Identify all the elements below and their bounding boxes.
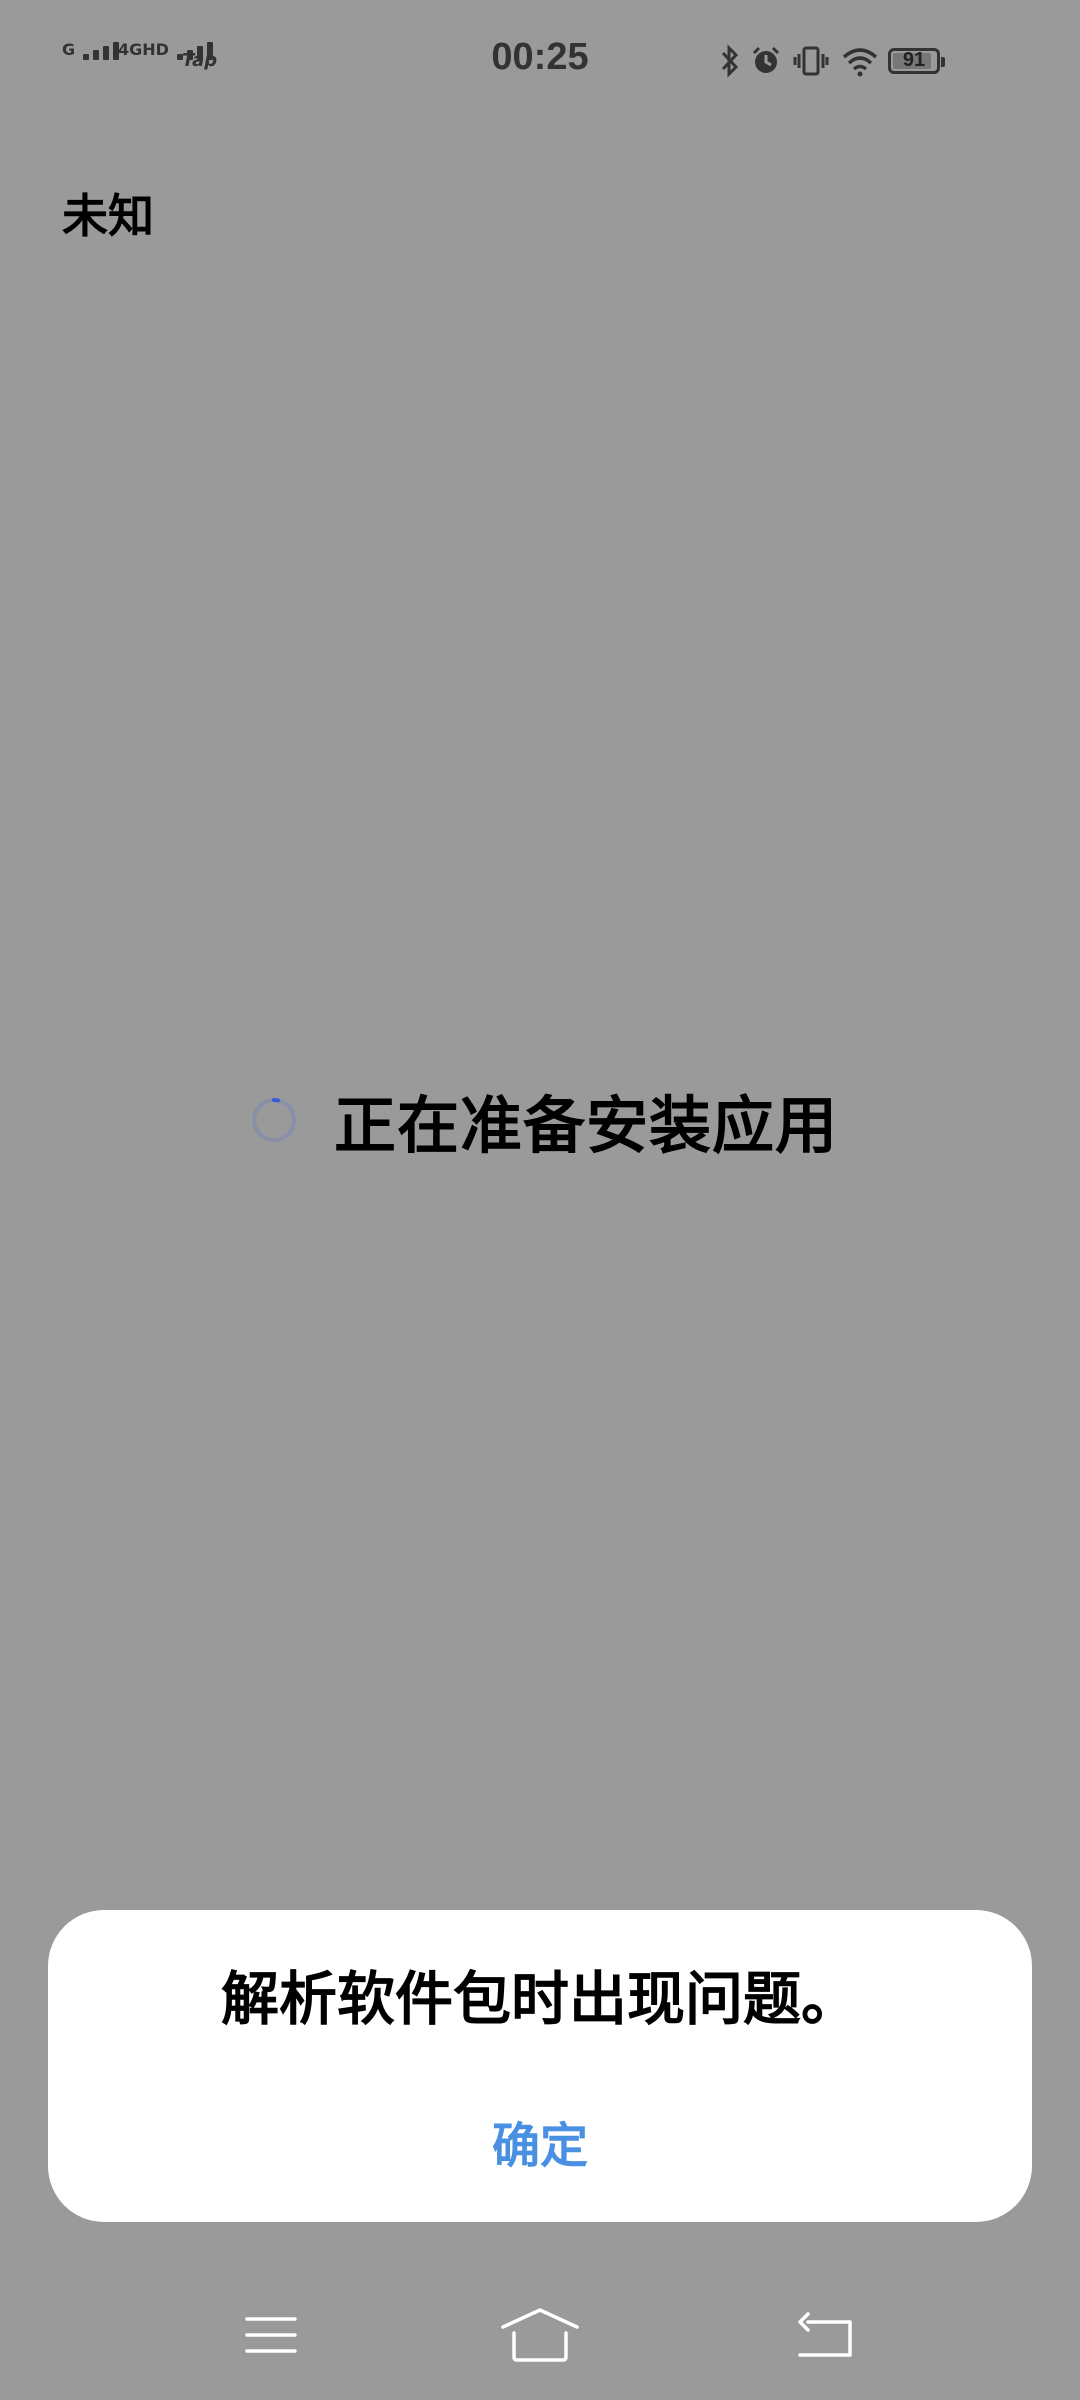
battery-percent: 91	[902, 49, 926, 71]
home-icon	[501, 2308, 579, 2362]
app-title: 未知	[62, 189, 154, 243]
home-button[interactable]	[500, 2300, 580, 2370]
bluetooth-icon	[721, 44, 739, 78]
menu-button[interactable]	[231, 2300, 311, 2370]
confirm-button[interactable]: 确定	[440, 2106, 640, 2186]
battery-icon: 91	[888, 48, 945, 74]
progress-text: 正在准备安装应用	[334, 1089, 839, 1162]
loading-spinner-icon	[252, 1097, 296, 1142]
status-bar: G 4GHD Tap 00:25 91	[0, 0, 1080, 125]
vibrate-icon	[793, 46, 829, 76]
alarm-icon	[752, 46, 780, 73]
back-button[interactable]	[784, 2300, 864, 2370]
menu-icon	[245, 2317, 297, 2353]
dialog-message: 解析软件包时出现问题。	[220, 1965, 859, 2033]
error-dialog: 解析软件包时出现问题。 确定	[48, 1910, 1032, 2222]
navigation-bar	[0, 2280, 1080, 2400]
back-icon	[798, 2312, 852, 2357]
wifi-icon	[842, 48, 878, 77]
install-progress: 正在准备安装应用	[250, 1075, 838, 1165]
status-icons	[720, 44, 880, 78]
